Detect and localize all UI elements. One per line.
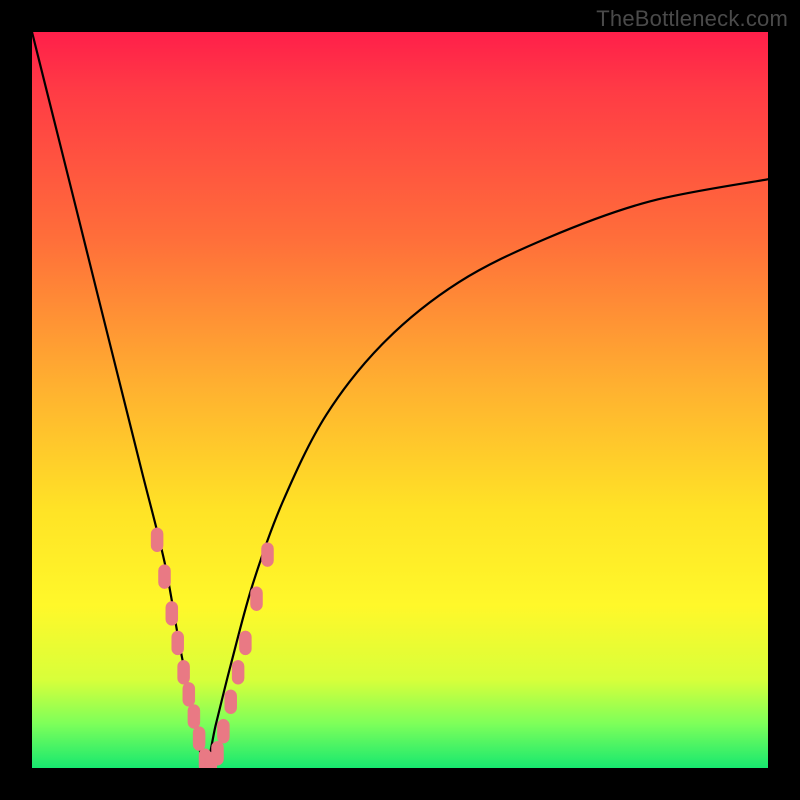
curve-marker [183, 682, 195, 706]
curve-svg [32, 32, 768, 768]
curve-marker [172, 631, 184, 655]
curve-marker [262, 543, 274, 567]
curve-marker [159, 565, 171, 589]
curve-marker [251, 587, 263, 611]
watermark-text: TheBottleneck.com [596, 6, 788, 32]
plot-area [32, 32, 768, 768]
curve-marker [178, 660, 190, 684]
curve-marker [166, 601, 178, 625]
curve-marker [239, 631, 251, 655]
chart-frame: TheBottleneck.com [0, 0, 800, 800]
curve-marker [151, 528, 163, 552]
curve-marker [212, 741, 224, 765]
curve-marker [188, 705, 200, 729]
bottleneck-curve [32, 32, 768, 768]
curve-marker [225, 690, 237, 714]
curve-marker [217, 719, 229, 743]
marker-group [151, 528, 273, 768]
curve-marker [232, 660, 244, 684]
curve-marker [193, 727, 205, 751]
